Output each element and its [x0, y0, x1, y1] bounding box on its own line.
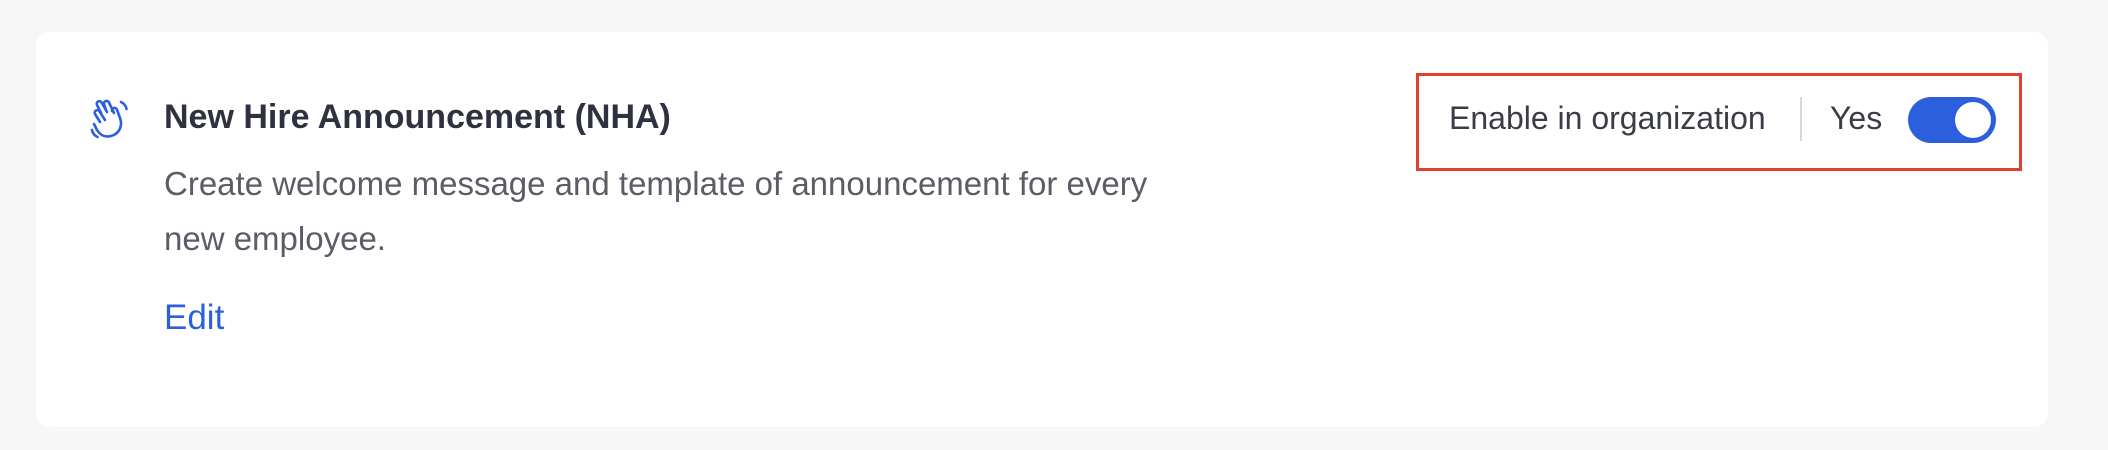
waving-hand-icon [86, 96, 132, 142]
enable-label: Enable in organization [1449, 100, 1766, 136]
divider [1800, 97, 1802, 141]
toggle-state-label: Yes [1830, 100, 1883, 136]
enable-in-organization-control: Enable in organization Yes [1416, 73, 2022, 171]
toggle-knob [1955, 102, 1991, 138]
feature-card: New Hire Announcement (NHA) Create welco… [36, 32, 2048, 427]
enable-toggle-switch[interactable] [1908, 97, 1996, 143]
edit-link[interactable]: Edit [164, 298, 224, 338]
feature-title: New Hire Announcement (NHA) [164, 98, 671, 136]
feature-description: Create welcome message and template of a… [164, 165, 1148, 257]
